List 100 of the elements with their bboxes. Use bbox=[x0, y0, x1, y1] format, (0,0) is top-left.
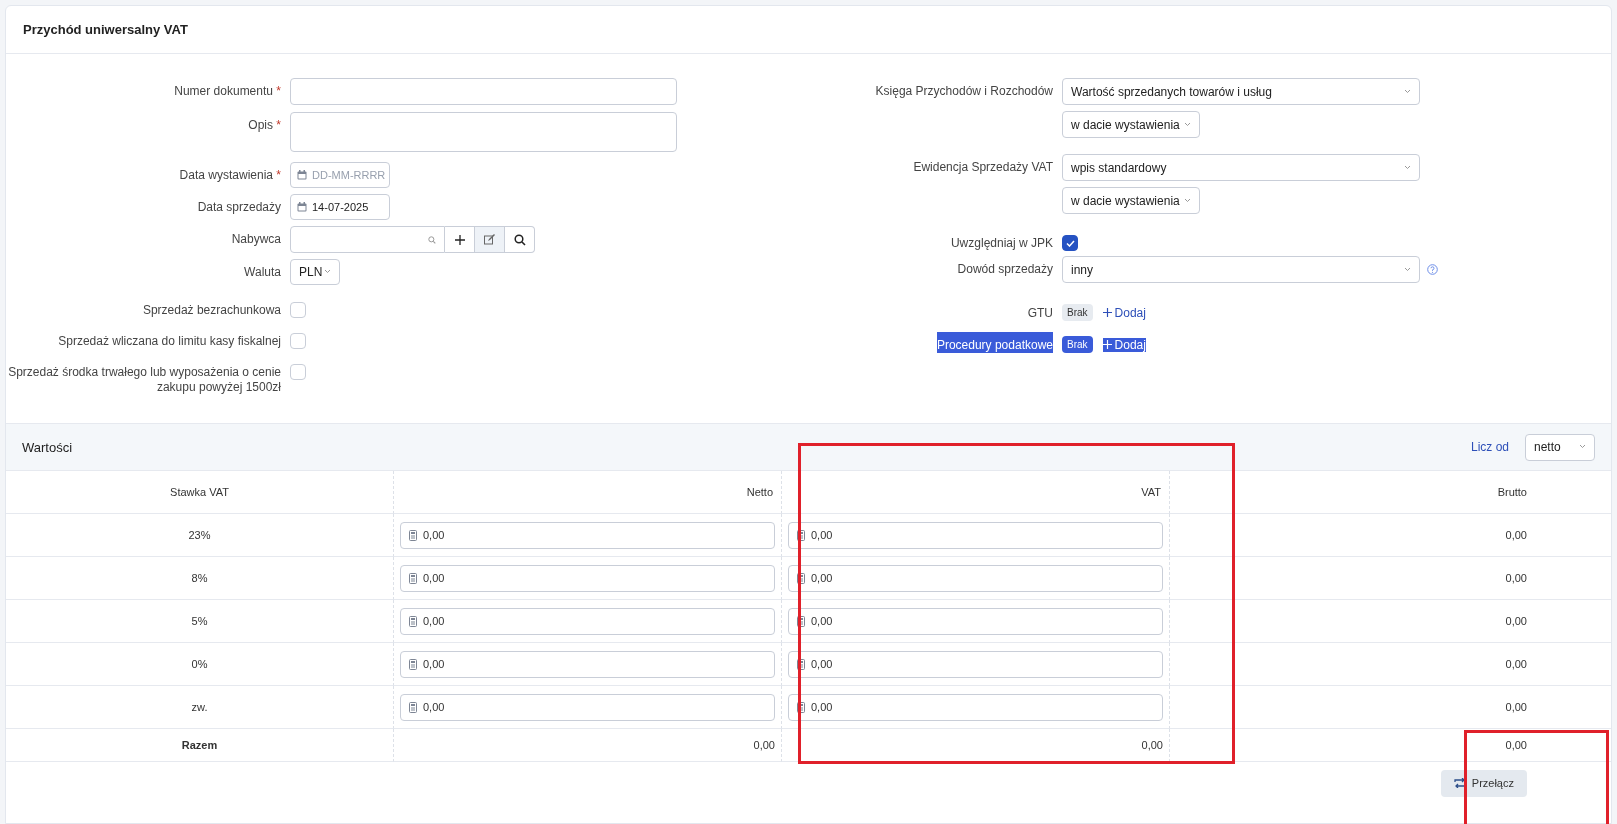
column-header: Brutto bbox=[1170, 471, 1611, 514]
calculator-icon bbox=[409, 529, 417, 541]
add-link[interactable]: Dodaj bbox=[1102, 305, 1146, 320]
brutto-cell: 0,00 bbox=[1170, 557, 1611, 600]
select-value: w dacie wystawienia bbox=[1071, 117, 1180, 132]
plus-icon bbox=[1102, 340, 1112, 349]
column-header: Netto bbox=[394, 471, 782, 514]
vat-field[interactable]: 0,00 bbox=[788, 521, 1163, 549]
vat-field[interactable]: 0,00 bbox=[788, 607, 1163, 635]
plus-icon bbox=[1102, 308, 1112, 317]
card-title: Przychód uniwersalny VAT bbox=[6, 6, 1611, 54]
switch-button[interactable]: Przełącz bbox=[1440, 769, 1527, 797]
rate-cell: zw. bbox=[6, 686, 394, 729]
netto-field[interactable]: 0,00 bbox=[400, 650, 775, 678]
calculator-icon bbox=[797, 658, 805, 670]
field-value: 0,00 bbox=[423, 701, 445, 713]
select-value: PLN bbox=[299, 265, 323, 279]
field-value: 0,00 bbox=[811, 615, 833, 627]
rate-cell: 8% bbox=[6, 557, 394, 600]
calculator-icon bbox=[409, 701, 417, 713]
vat-field[interactable]: 0,00 bbox=[788, 693, 1163, 721]
field-label: Uwzględniaj w JPK bbox=[949, 235, 1053, 251]
date-field[interactable]: 14-07-2025 bbox=[290, 194, 390, 220]
calendar-icon bbox=[297, 170, 307, 180]
date-placeholder: DD-MM-RRRR bbox=[312, 169, 386, 181]
field-label: Numer dokumentu * bbox=[173, 83, 281, 99]
field-value: 0,00 bbox=[423, 658, 445, 670]
netto-field[interactable]: 0,00 bbox=[400, 607, 775, 635]
add-button[interactable] bbox=[445, 226, 475, 253]
total-cell: 0,00 bbox=[394, 729, 782, 762]
rate-cell: 5% bbox=[6, 600, 394, 643]
caret-icon bbox=[1184, 197, 1191, 203]
buyer-field[interactable] bbox=[290, 226, 445, 253]
column-header: Stawka VAT bbox=[6, 471, 394, 514]
calculator-icon bbox=[409, 615, 417, 627]
count-from-label: Licz od bbox=[1470, 440, 1509, 454]
search-icon bbox=[428, 235, 436, 244]
check-icon bbox=[1065, 239, 1075, 247]
edit-button[interactable] bbox=[475, 226, 505, 253]
netto-field[interactable]: 0,00 bbox=[400, 564, 775, 592]
brutto-cell: 0,00 bbox=[1170, 600, 1611, 643]
date-value: 14-07-2025 bbox=[312, 201, 369, 213]
vat-field[interactable]: 0,00 bbox=[788, 564, 1163, 592]
calculator-icon bbox=[797, 572, 805, 584]
field-label: Sprzedaż wliczana do limitu kasy fiskalnej bbox=[57, 333, 281, 349]
column-header: VAT bbox=[782, 471, 1170, 514]
select-field[interactable]: inny bbox=[1062, 256, 1420, 283]
textarea-field[interactable] bbox=[290, 112, 677, 152]
currency-select[interactable]: PLN bbox=[290, 259, 340, 285]
field-label: Data sprzedaży bbox=[196, 199, 281, 215]
field-value: 0,00 bbox=[423, 615, 445, 627]
field-label: Sprzedaż środka trwałego lub wyposażenia o cenie zakupu powyżej 1500zł bbox=[7, 364, 281, 395]
caret-icon bbox=[1184, 121, 1191, 127]
field-label: GTU bbox=[1027, 305, 1053, 321]
caret-icon bbox=[1579, 444, 1586, 449]
total-label: Razem bbox=[6, 729, 394, 762]
vat-field[interactable]: 0,00 bbox=[788, 650, 1163, 678]
select-field[interactable]: w dacie wystawienia bbox=[1062, 111, 1200, 138]
checkbox[interactable] bbox=[1062, 235, 1078, 251]
field-value: 0,00 bbox=[811, 701, 833, 713]
select-field[interactable]: Wartość sprzedanych towarów i usług bbox=[1062, 78, 1420, 105]
edit-icon bbox=[484, 234, 495, 245]
swap-icon bbox=[1453, 778, 1466, 788]
calculator-icon bbox=[797, 529, 805, 541]
brutto-cell: 0,00 bbox=[1170, 643, 1611, 686]
section-title: Wartości bbox=[22, 439, 74, 455]
field-label: Procedury podatkowe bbox=[936, 332, 1053, 353]
select-field[interactable]: w dacie wystawienia bbox=[1062, 187, 1200, 214]
plus-icon bbox=[454, 234, 465, 245]
field-value: 0,00 bbox=[423, 572, 445, 584]
field-value: 0,00 bbox=[811, 572, 833, 584]
field-label: Księga Przychodów i Rozchodów bbox=[874, 83, 1053, 99]
calculator-icon bbox=[797, 615, 805, 627]
field-label: Ewidencja Sprzedaży VAT bbox=[912, 159, 1053, 175]
select-field[interactable]: wpis standardowy bbox=[1062, 154, 1420, 181]
field-value: 0,00 bbox=[423, 529, 445, 541]
netto-field[interactable]: 0,00 bbox=[400, 521, 775, 549]
search-icon bbox=[513, 233, 526, 246]
total-cell: 0,00 bbox=[1170, 729, 1611, 762]
add-link[interactable]: Dodaj bbox=[1102, 337, 1146, 352]
field-label: Dowód sprzedaży bbox=[956, 261, 1053, 277]
calculator-icon bbox=[409, 572, 417, 584]
field-value: 0,00 bbox=[811, 529, 833, 541]
field-label: Waluta bbox=[243, 264, 281, 280]
calculator-icon bbox=[797, 701, 805, 713]
calendar-icon bbox=[297, 202, 307, 212]
caret-icon bbox=[324, 269, 331, 274]
netto-field[interactable]: 0,00 bbox=[400, 693, 775, 721]
select-value: w dacie wystawienia bbox=[1071, 193, 1180, 208]
brutto-cell: 0,00 bbox=[1170, 686, 1611, 729]
field-label: Nabywca bbox=[230, 231, 281, 247]
select-value: netto bbox=[1534, 440, 1561, 454]
help-icon[interactable] bbox=[1427, 264, 1438, 275]
rate-cell: 23% bbox=[6, 514, 394, 557]
caret-icon bbox=[1404, 164, 1411, 170]
text-field[interactable] bbox=[290, 78, 677, 105]
brutto-cell: 0,00 bbox=[1170, 514, 1611, 557]
count-from-select[interactable]: netto bbox=[1525, 433, 1595, 461]
calculator-icon bbox=[409, 658, 417, 670]
search-button[interactable] bbox=[505, 226, 535, 253]
